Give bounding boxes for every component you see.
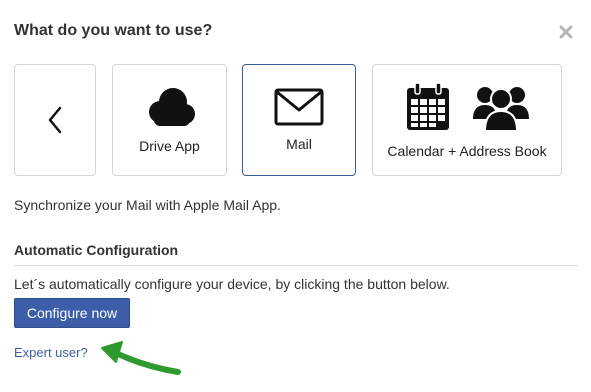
close-icon	[559, 25, 573, 39]
users-icon	[473, 87, 529, 131]
chevron-left-icon	[48, 106, 62, 134]
section-divider	[14, 265, 578, 266]
configure-now-button[interactable]: Configure now	[14, 298, 130, 328]
envelope-icon	[274, 88, 324, 126]
tile-back[interactable]	[14, 64, 96, 176]
green-arrow-icon	[101, 341, 181, 375]
calendar-icon	[407, 82, 449, 130]
tile-mail[interactable]: Mail	[242, 64, 356, 176]
expert-user-link[interactable]: Expert user?	[14, 345, 88, 360]
instruction-text: Let´s automatically configure your devic…	[14, 276, 450, 292]
description-text: Synchronize your Mail with Apple Mail Ap…	[14, 197, 281, 213]
close-button[interactable]	[556, 22, 576, 42]
tile-drive-app[interactable]: Drive App	[112, 64, 227, 176]
cloud-icon	[148, 88, 195, 126]
section-title: Automatic Configuration	[14, 242, 179, 258]
tile-calendar-address-book[interactable]: Calendar + Address Book	[372, 64, 562, 176]
tile-drive-label: Drive App	[139, 138, 200, 154]
tile-mail-label: Mail	[286, 136, 312, 152]
tile-calendar-label: Calendar + Address Book	[387, 143, 547, 159]
dialog-title: What do you want to use?	[14, 22, 213, 39]
